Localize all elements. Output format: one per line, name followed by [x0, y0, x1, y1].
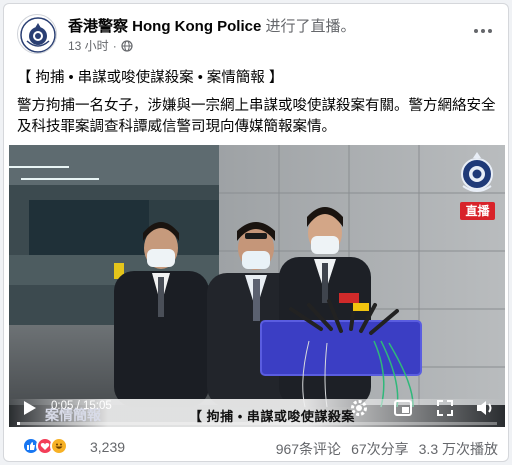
page-name-link[interactable]: 香港警察 Hong Kong Police: [68, 18, 261, 35]
reaction-icons[interactable]: [22, 437, 68, 455]
more-dot-icon: [481, 29, 485, 33]
reaction-count[interactable]: 3,239: [90, 439, 125, 455]
video-frame: [9, 145, 505, 408]
fullscreen-icon[interactable]: [435, 398, 455, 418]
page-avatar[interactable]: [17, 14, 57, 54]
video-player[interactable]: 直播 案情簡報 【 拘捕 • 串謀或唆使謀殺案 0:05 / 15:05: [9, 145, 505, 427]
shares-count[interactable]: 67次分享: [351, 439, 409, 459]
video-progress-fill: [17, 422, 20, 425]
more-dot-icon: [474, 29, 478, 33]
post-author-line: 香港警察 Hong Kong Police 进行了直播。: [68, 18, 356, 36]
meta-separator: ·: [112, 39, 117, 53]
comments-count[interactable]: 967条评论: [276, 439, 341, 459]
post-meta: 13 小时 ·: [68, 39, 133, 53]
time-total: 15:05: [82, 400, 112, 412]
play-icon[interactable]: [23, 400, 37, 416]
police-watermark: [457, 150, 497, 198]
post-body-text: 警方拘捕一名女子，涉嫌與一宗網上串謀或唆使謀殺案有關。警方網絡安全及科技罪案調查…: [17, 98, 496, 135]
post-stats: 967条评论 67次分享 3.3 万次播放: [276, 439, 498, 459]
time-current: 0:05: [51, 400, 74, 412]
haha-icon: [50, 437, 68, 455]
globe-icon[interactable]: [121, 40, 133, 52]
post-footer: 3,239 967条评论 67次分享 3.3 万次播放: [4, 429, 508, 461]
post-timestamp[interactable]: 13 小时: [68, 39, 109, 53]
post-title-line: 【 拘捕 • 串謀或唆使謀殺案 • 案情簡報 】: [17, 70, 284, 86]
video-progress-track[interactable]: [17, 422, 497, 425]
live-badge: 直播: [460, 202, 495, 220]
pip-icon[interactable]: [393, 398, 413, 418]
time-separator: /: [73, 400, 83, 412]
police-badge-icon: [20, 17, 56, 53]
post-card: 香港警察 Hong Kong Police 进行了直播。 13 小时 · 【 拘…: [3, 3, 509, 462]
plays-count: 3.3 万次播放: [418, 441, 498, 457]
settings-icon[interactable]: [349, 398, 369, 418]
volume-icon[interactable]: [475, 398, 495, 418]
video-controls: 0:05 / 15:05: [9, 388, 505, 427]
more-dot-icon: [488, 29, 492, 33]
post-action-text: 进行了直播。: [265, 18, 356, 35]
police-crest-icon: [461, 152, 493, 192]
more-options-button[interactable]: [468, 16, 498, 46]
video-time: 0:05 / 15:05: [51, 400, 112, 412]
post-header: 香港警察 Hong Kong Police 进行了直播。 13 小时 ·: [4, 4, 508, 62]
